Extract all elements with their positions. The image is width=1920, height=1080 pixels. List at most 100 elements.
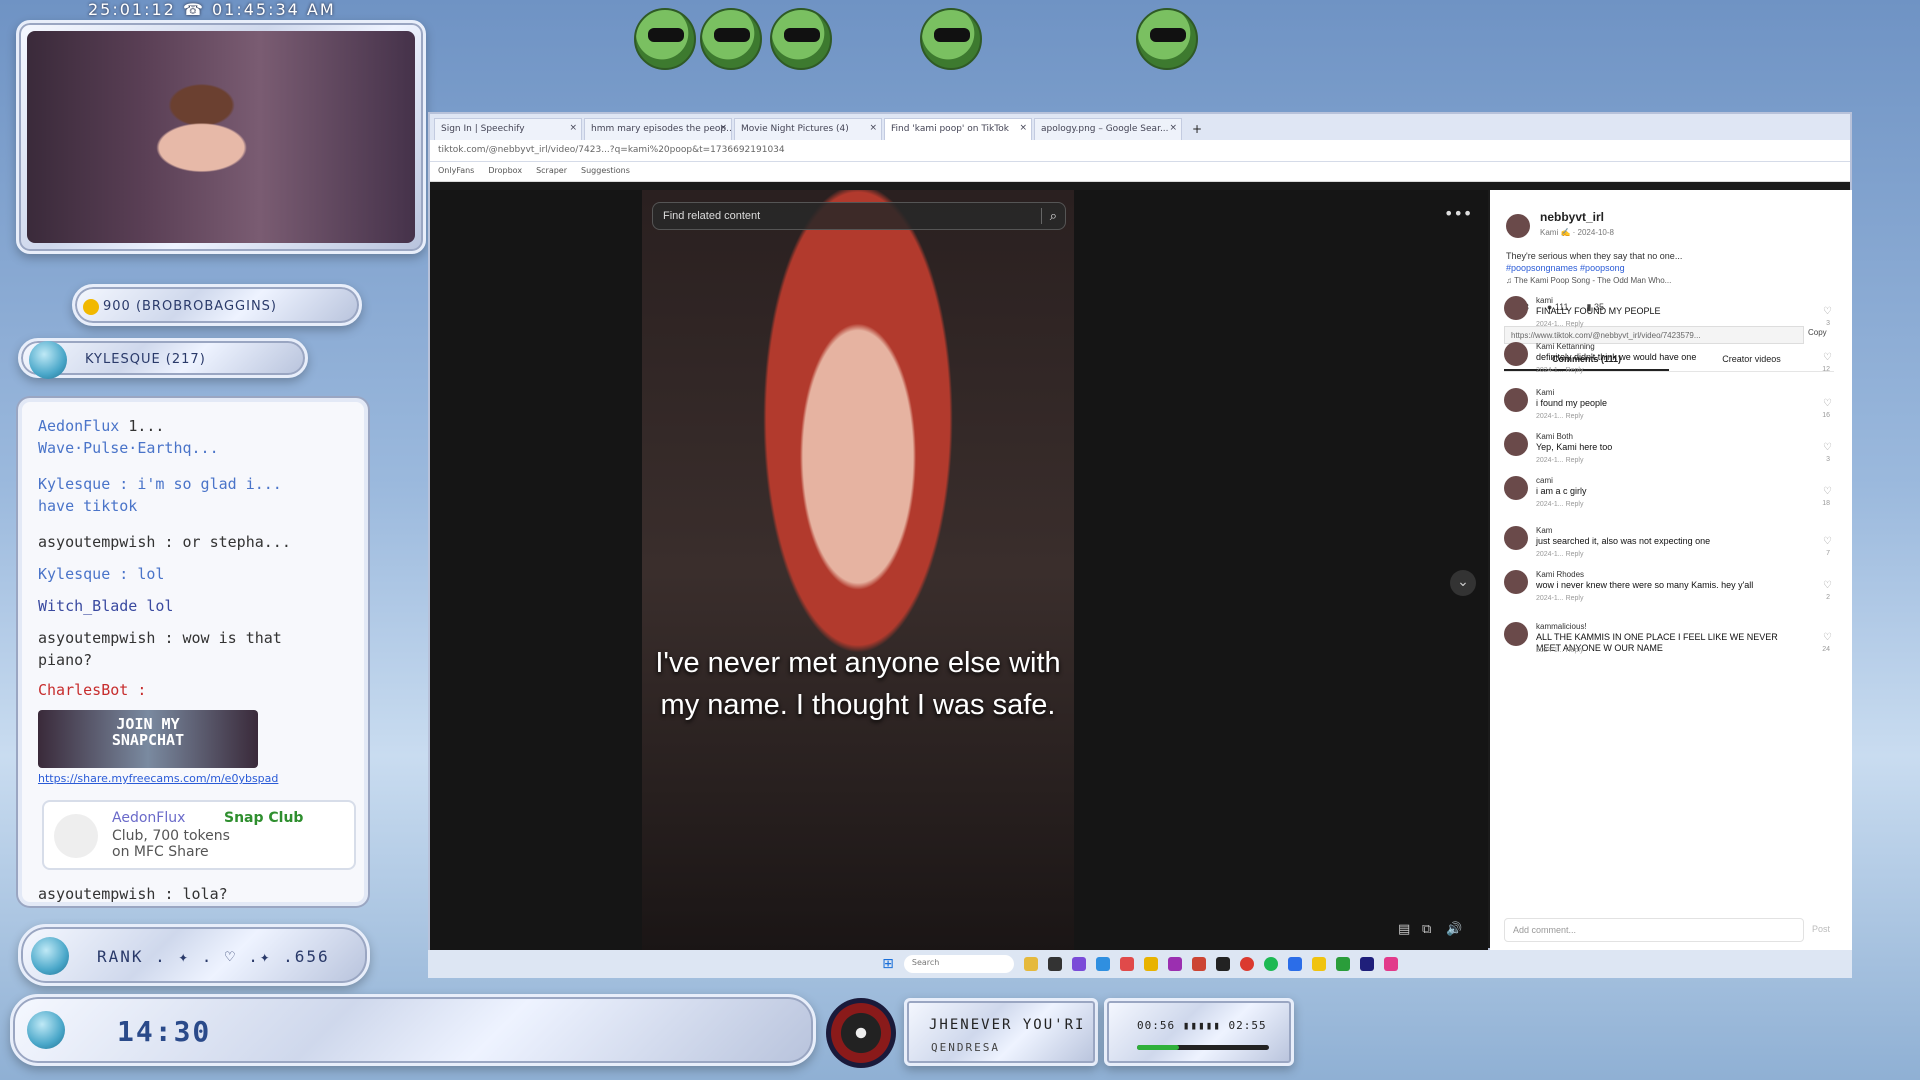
browser-tab[interactable]: apology.png – Google Sear... × [1034,118,1182,140]
heart-icon[interactable]: ♡ [1823,306,1832,317]
avatar[interactable] [1504,570,1528,594]
app-icon[interactable] [1359,957,1374,971]
comment-item: Kami Both Yep, Kami here too 2024-1... Rep… [1504,432,1834,482]
browser-tab[interactable]: Sign In | Speechify × [434,118,582,140]
bookmark-item[interactable]: OnlyFans [438,166,474,177]
comment-meta[interactable]: 2024-1... Reply [1536,647,1583,654]
comment-author[interactable]: cami [1536,476,1553,485]
post-hashtags: #poopsongnames #poopsong [1506,263,1625,273]
snapchat-banner[interactable]: JOIN MY SNAPCHAT [38,710,258,768]
chat-line: have tiktok [38,497,138,515]
comment-text: wow i never knew there were so many Kami… [1536,580,1754,590]
club-notice: AedonFlux Snap Club Club, 700 tokens on … [42,800,356,870]
avatar[interactable] [1504,432,1528,456]
app-icon[interactable] [1047,957,1062,971]
comment-item: kami FINALLY FOUND MY PEOPLE 2024-1... Rep… [1504,296,1834,346]
more-options-icon[interactable]: ••• [1444,204,1472,223]
comment-like-count: 18 [1822,500,1830,507]
browser-tab[interactable]: hmm mary episodes the peop... × [584,118,732,140]
comment-meta[interactable]: 2024-1... Reply [1536,413,1583,420]
comments-sidebar: nebbyvt_irl Kami ✍ · 2024-10-8 They're s… [1490,190,1852,952]
comment-meta[interactable]: 2024-1... Reply [1536,595,1583,602]
add-comment-input[interactable]: Add comment... [1504,918,1804,942]
snapchat-link[interactable]: https://share.myfreecams.com/m/e0ybspad [38,772,278,785]
comment-author[interactable]: Kami Kettanning [1536,342,1595,351]
heart-icon[interactable]: ♡ [1823,442,1832,453]
app-icon[interactable] [1383,957,1398,971]
file-explorer-icon[interactable] [1023,957,1038,971]
heart-icon[interactable]: ♡ [1823,352,1832,363]
app-icon[interactable] [1287,957,1302,971]
app-icon[interactable] [1311,957,1326,971]
comment-meta[interactable]: 2024-1... Reply [1536,551,1583,558]
comment-meta[interactable]: 2024-1... Reply [1536,321,1583,328]
bookmark-item[interactable]: Suggestions [581,166,630,177]
chrome-icon[interactable] [1239,957,1254,971]
captions-icon[interactable]: ▤ [1398,922,1410,937]
avatar[interactable] [1504,296,1528,320]
search-icon: ⌕ [1040,208,1057,224]
comment-author[interactable]: kammalicious! [1536,622,1587,631]
comment-meta[interactable]: 2024-1... Reply [1536,457,1583,464]
heart-icon[interactable]: ♡ [1823,536,1832,547]
browser-tab[interactable]: Movie Night Pictures (4) × [734,118,882,140]
pip-icon[interactable]: ⧉ [1422,922,1431,937]
heart-icon[interactable]: ♡ [1823,486,1832,497]
comment-author[interactable]: Kami [1536,388,1554,397]
spotify-icon[interactable] [1263,957,1278,971]
volume-icon[interactable]: 🔊 [1446,922,1462,937]
comment-author[interactable]: Kami Both [1536,432,1573,441]
chat-line: asyoutempwish : wow is that [38,629,282,647]
app-icon[interactable] [1071,957,1086,971]
comment-item: Kami i found my people 2024-1... Reply ♡ 16 [1504,388,1834,438]
browser-tab-active[interactable]: Find 'kami poop' on TikTok × [884,118,1032,140]
close-icon: × [1019,123,1027,133]
comment-author[interactable]: kami [1536,296,1553,305]
taskbar-search[interactable]: Search [903,955,1014,973]
address-bar[interactable]: tiktok.com/@nebbyvt_irl/video/7423...?q=… [430,140,1850,162]
start-icon[interactable]: ⊞ [882,956,894,972]
video-caption: I've never met anyone else with my name.… [655,647,1061,721]
comment-text: definitely didn't think we would have on… [1536,352,1697,362]
comment-item: Kami Rhodes wow i never knew there were s… [1504,570,1834,620]
app-icon[interactable] [1119,957,1134,971]
avatar[interactable] [1504,388,1528,412]
bookmark-item[interactable]: Scraper [536,166,567,177]
chevron-down-icon[interactable]: ⌄ [1450,570,1476,596]
chat-line: piano? [38,651,93,669]
club-site: on MFC Share [112,844,209,860]
webcam-feed [27,31,415,243]
comment-author[interactable]: Kam [1536,526,1552,535]
chat-line: asyoutempwish : or stepha... [38,533,291,551]
comment-author[interactable]: Kami Rhodes [1536,570,1584,579]
avatar[interactable] [1504,526,1528,550]
app-icon[interactable] [1095,957,1110,971]
new-tab-button[interactable]: + [1184,122,1210,140]
video-frame[interactable] [642,190,1074,952]
song-progress-track [1137,1045,1269,1050]
heart-icon[interactable]: ♡ [1823,632,1832,643]
app-icon[interactable] [1215,957,1230,971]
app-icon[interactable] [1167,957,1182,971]
post-music[interactable]: ♫ The Kami Poop Song - The Odd Man Who..… [1506,276,1671,285]
heart-icon[interactable]: ♡ [1823,580,1832,591]
comment-meta[interactable]: 2024-1... Reply [1536,367,1583,374]
avatar[interactable] [1504,622,1528,646]
related-search-input[interactable]: Find related content ⌕ [652,202,1066,230]
heart-icon[interactable]: ♡ [1823,398,1832,409]
comment-meta[interactable]: 2024-1... Reply [1536,501,1583,508]
avatar[interactable] [1504,476,1528,500]
comment-item: Kam just searched it, also was not expect… [1504,526,1834,576]
avatar[interactable] [1506,214,1530,238]
app-icon[interactable] [1335,957,1350,971]
comment-text: just searched it, also was not expecting… [1536,536,1711,546]
avatar[interactable] [1504,342,1528,366]
app-icon[interactable] [1143,957,1158,971]
pepe-emote [1136,8,1198,70]
bookmark-item[interactable]: Dropbox [488,166,522,177]
app-icon[interactable] [1191,957,1206,971]
post-comment-button[interactable]: Post [1812,924,1830,934]
club-user: AedonFlux [112,810,186,826]
poster-username[interactable]: nebbyvt_irl [1540,210,1604,224]
bookmarks-bar: OnlyFans Dropbox Scraper Suggestions [430,162,1850,182]
